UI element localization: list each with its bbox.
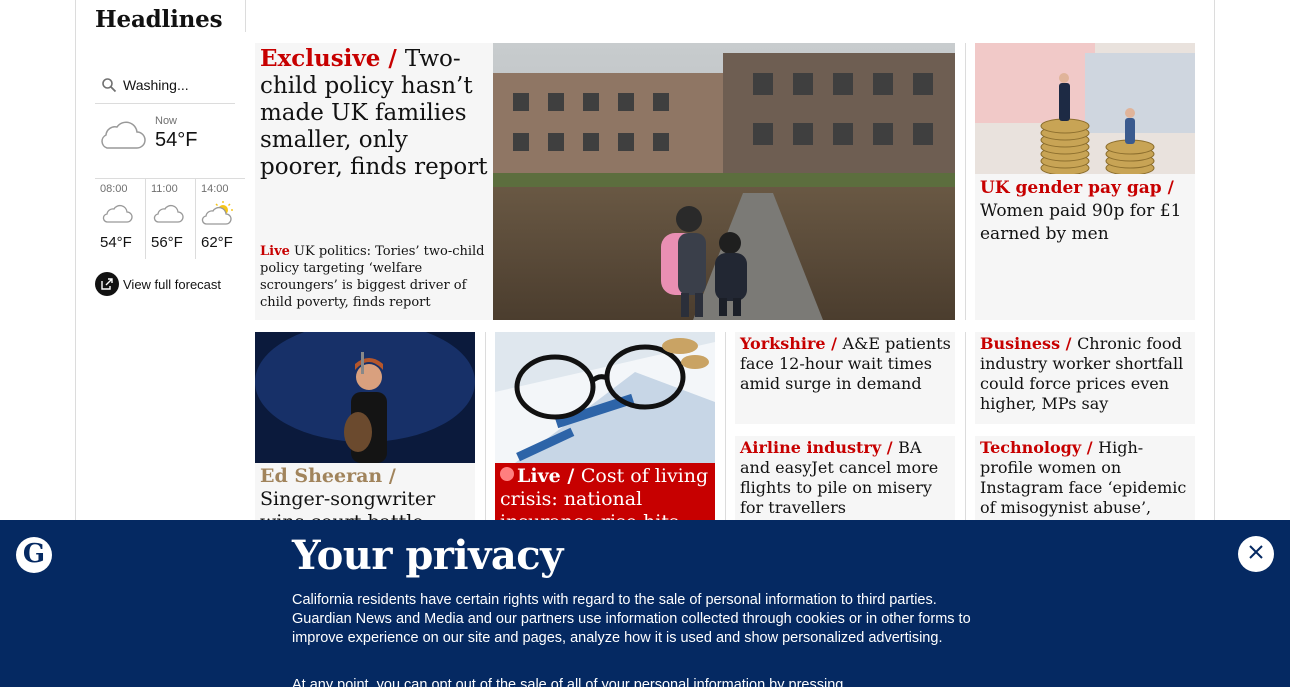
privacy-banner: G Your privacy California residents have…	[0, 520, 1290, 687]
weather-location: Washing...	[123, 76, 189, 93]
lead-story-headline[interactable]: Exclusive / Two-child policy hasn’t made…	[260, 45, 488, 181]
divider	[245, 0, 246, 32]
weather-now-label: Now	[155, 115, 178, 127]
story-headline-link[interactable]: UK gender pay gap / Women paid 90p for £…	[980, 177, 1192, 246]
divider	[725, 332, 726, 532]
story-kicker: UK gender pay gap /	[980, 178, 1174, 198]
divider	[485, 332, 486, 532]
story-headline-link[interactable]: Airline industry / BA and easyJet cancel…	[740, 438, 952, 518]
story-headline-link[interactable]: Yorkshire / A&E patients face 12-hour wa…	[740, 334, 952, 394]
guardian-logo-icon: G	[16, 537, 52, 573]
story-card[interactable]: Technology / High-profile women on Insta…	[975, 436, 1195, 528]
weather-hour: 08:00 54°F	[95, 179, 145, 259]
forecast-link-label: View full forecast	[123, 276, 222, 292]
logo-letter: G	[22, 539, 46, 569]
privacy-body: California residents have certain rights…	[292, 592, 971, 646]
search-icon	[95, 77, 123, 93]
story-kicker: Exclusive /	[260, 45, 405, 72]
external-link-icon	[95, 272, 119, 296]
story-card[interactable]: Airline industry / BA and easyJet cancel…	[735, 436, 955, 528]
close-button[interactable]	[1238, 536, 1274, 572]
story-kicker: Yorkshire /	[740, 334, 843, 353]
weather-now-temp: 54°F	[155, 129, 198, 151]
story-kicker: Technology /	[980, 438, 1099, 457]
divider	[965, 332, 966, 532]
lead-story-sublink[interactable]: Live UK politics: Tories’ two-child poli…	[260, 243, 485, 311]
weather-hour-temp: 54°F	[100, 234, 132, 251]
cloud-icon	[151, 201, 185, 229]
weather-hour: 11:00 56°F	[144, 179, 195, 259]
story-headline-link[interactable]: Business / Chronic food industry worker …	[980, 334, 1192, 414]
story-card[interactable]: Yorkshire / A&E patients face 12-hour wa…	[735, 332, 955, 424]
view-forecast-link[interactable]: View full forecast	[95, 272, 221, 296]
cloud-icon	[95, 116, 147, 156]
sublink-text: UK politics: Tories’ two-child policy ta…	[260, 244, 485, 310]
story-image	[975, 43, 1195, 176]
divider	[965, 43, 966, 320]
close-icon	[1248, 544, 1264, 564]
weather-hour-temp: 62°F	[200, 234, 233, 251]
live-label: Live	[260, 244, 290, 259]
story-kicker: Airline industry /	[740, 438, 899, 457]
section-title: Headlines	[95, 6, 223, 33]
weather-hourly: 08:00 54°F 11:00 56°F 14:00 62°F	[95, 178, 245, 259]
privacy-body-continued: At any point, you can opt out of the sal…	[292, 677, 844, 687]
story-kicker: Business /	[980, 334, 1078, 353]
live-pulse-icon	[500, 467, 514, 481]
weather-hour: 14:00 62°F	[194, 179, 245, 259]
story-image	[255, 332, 475, 463]
story-kicker: Ed Sheeran /	[260, 465, 396, 487]
story-image	[495, 332, 715, 463]
story-card[interactable]: Ed Sheeran / Singer-songwriter wins cour…	[255, 332, 475, 532]
weather-location-search[interactable]: Washing...	[95, 66, 235, 104]
weather-hour-time: 08:00	[100, 183, 128, 195]
story-kicker: Live /	[517, 465, 581, 487]
sun-cloud-icon	[201, 201, 237, 231]
lead-story-card[interactable]: Exclusive / Two-child policy hasn’t made…	[255, 43, 955, 320]
story-card[interactable]: UK gender pay gap / Women paid 90p for £…	[975, 43, 1195, 320]
story-headline: Women paid 90p for £1 earned by men	[980, 201, 1182, 244]
live-story-card[interactable]: Live / Cost of living crisis: national i…	[495, 332, 715, 532]
weather-hour-time: 11:00	[150, 183, 178, 195]
weather-hour-temp: 56°F	[150, 234, 183, 251]
story-card[interactable]: Business / Chronic food industry worker …	[975, 332, 1195, 424]
privacy-title: Your privacy	[292, 532, 563, 579]
weather-hour-time: 14:00	[200, 183, 229, 195]
story-headline-link[interactable]: Technology / High-profile women on Insta…	[980, 438, 1192, 528]
cloud-icon	[100, 201, 134, 229]
weather-now: Now 54°F	[95, 112, 235, 172]
lead-story-image	[493, 43, 955, 320]
